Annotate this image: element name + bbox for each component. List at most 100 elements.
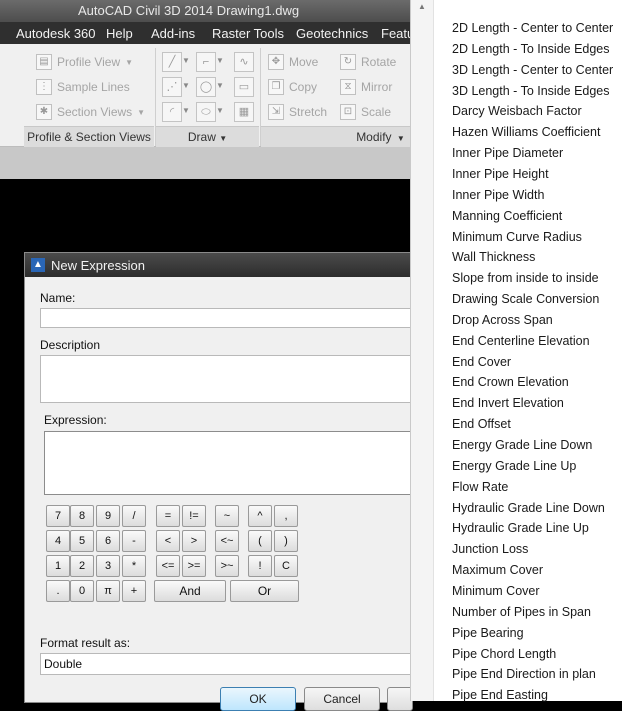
scroll-up-icon[interactable]: ▲ bbox=[418, 2, 426, 11]
panel-profile-section-views[interactable]: Profile & Section Views bbox=[24, 126, 154, 147]
chevron-down-icon[interactable]: ▼ bbox=[216, 77, 224, 95]
key-multiply[interactable]: * bbox=[122, 555, 146, 577]
name-input[interactable] bbox=[40, 308, 414, 328]
dialog-title-bar[interactable]: ▲ New Expression bbox=[25, 253, 411, 277]
rectangle-tool-icon[interactable]: ▭ bbox=[234, 77, 254, 97]
key-not-equals[interactable]: != bbox=[182, 505, 206, 527]
mirror-button[interactable]: ⧖ Mirror bbox=[340, 79, 392, 95]
key-open-paren[interactable]: ( bbox=[248, 530, 272, 552]
key-close-paren[interactable]: ) bbox=[274, 530, 298, 552]
description-input[interactable] bbox=[40, 355, 414, 403]
property-list-item[interactable]: Wall Thickness bbox=[452, 250, 535, 264]
menu-geotechnics[interactable]: Geotechnics bbox=[296, 26, 368, 41]
property-list-item[interactable]: End Cover bbox=[452, 355, 511, 369]
property-list-item[interactable]: Minimum Curve Radius bbox=[452, 230, 582, 244]
key-8[interactable]: 8 bbox=[70, 505, 94, 527]
property-list-item[interactable]: Hazen Williams Coefficient bbox=[452, 125, 600, 139]
ellipse-tool-icon[interactable]: ⬭ bbox=[196, 102, 216, 122]
property-list-item[interactable]: End Centerline Elevation bbox=[452, 334, 590, 348]
property-list-item[interactable]: 2D Length - Center to Center bbox=[452, 21, 613, 35]
key-1[interactable]: 1 bbox=[46, 555, 70, 577]
arc-tool-icon[interactable]: ◜ bbox=[162, 102, 182, 122]
key-less-approx[interactable]: <~ bbox=[215, 530, 239, 552]
key-pi[interactable]: π bbox=[96, 580, 120, 602]
chevron-down-icon[interactable]: ▼ bbox=[216, 52, 224, 70]
key-equals[interactable]: = bbox=[156, 505, 180, 527]
property-list-item[interactable]: Number of Pipes in Span bbox=[452, 605, 591, 619]
chevron-down-icon[interactable]: ▼ bbox=[216, 102, 224, 120]
move-button[interactable]: ✥ Move bbox=[268, 54, 318, 70]
property-list-item[interactable]: Flow Rate bbox=[452, 480, 508, 494]
property-list-item[interactable]: Pipe End Easting bbox=[452, 688, 548, 702]
key-3[interactable]: 3 bbox=[96, 555, 120, 577]
key-minus[interactable]: - bbox=[122, 530, 146, 552]
key-clear[interactable]: C bbox=[274, 555, 298, 577]
spline-tool-icon[interactable]: ∿ bbox=[234, 52, 254, 72]
property-list-item[interactable]: Inner Pipe Width bbox=[452, 188, 544, 202]
property-list-item[interactable]: Inner Pipe Height bbox=[452, 167, 549, 181]
key-caret[interactable]: ^ bbox=[248, 505, 272, 527]
multiline-tool-icon[interactable]: ⋰ bbox=[162, 77, 182, 97]
property-list-item[interactable]: Minimum Cover bbox=[452, 584, 540, 598]
panel-modify[interactable]: Modify ▼ bbox=[261, 126, 410, 147]
property-list-item[interactable]: 3D Length - To Inside Edges bbox=[452, 84, 610, 98]
chevron-down-icon[interactable]: ▼ bbox=[182, 102, 190, 120]
key-comma[interactable]: , bbox=[274, 505, 298, 527]
property-list-item[interactable]: End Crown Elevation bbox=[452, 375, 569, 389]
profile-view-button[interactable]: ▤ Profile View ▼ bbox=[36, 54, 133, 70]
line-tool-icon[interactable]: ╱ bbox=[162, 52, 182, 72]
scrollbar[interactable]: ▲ bbox=[411, 0, 434, 701]
key-less-than[interactable]: < bbox=[156, 530, 180, 552]
key-6[interactable]: 6 bbox=[96, 530, 120, 552]
key-greater-equal[interactable]: >= bbox=[182, 555, 206, 577]
key-not[interactable]: ! bbox=[248, 555, 272, 577]
rotate-button[interactable]: ↻ Rotate bbox=[340, 54, 396, 70]
stretch-button[interactable]: ⇲ Stretch bbox=[268, 104, 327, 120]
and-button[interactable]: And bbox=[154, 580, 226, 602]
or-button[interactable]: Or bbox=[230, 580, 299, 602]
key-5[interactable]: 5 bbox=[70, 530, 94, 552]
scale-button[interactable]: ⊡ Scale bbox=[340, 104, 391, 120]
property-list-item[interactable]: Inner Pipe Diameter bbox=[452, 146, 563, 160]
property-list-item[interactable]: Energy Grade Line Down bbox=[452, 438, 592, 452]
key-decimal[interactable]: . bbox=[46, 580, 70, 602]
property-list-item[interactable]: Drawing Scale Conversion bbox=[452, 292, 599, 306]
property-list-item[interactable]: Pipe Chord Length bbox=[452, 647, 556, 661]
cancel-button[interactable]: Cancel bbox=[304, 687, 380, 711]
key-plus[interactable]: + bbox=[122, 580, 146, 602]
property-list-item[interactable]: Manning Coefficient bbox=[452, 209, 562, 223]
key-2[interactable]: 2 bbox=[70, 555, 94, 577]
key-greater-approx[interactable]: >~ bbox=[215, 555, 239, 577]
key-9[interactable]: 9 bbox=[96, 505, 120, 527]
property-list-item[interactable]: Hydraulic Grade Line Up bbox=[452, 521, 589, 535]
expression-input[interactable] bbox=[44, 431, 412, 495]
property-list-item[interactable]: Slope from inside to inside bbox=[452, 271, 599, 285]
property-list-item[interactable]: Pipe End Direction in plan bbox=[452, 667, 596, 681]
chevron-down-icon[interactable]: ▼ bbox=[182, 77, 190, 95]
property-list-item[interactable]: Energy Grade Line Up bbox=[452, 459, 576, 473]
property-list-item[interactable]: Darcy Weisbach Factor bbox=[452, 104, 582, 118]
copy-button[interactable]: ❐ Copy bbox=[268, 79, 317, 95]
hatch-tool-icon[interactable]: ▦ bbox=[234, 102, 254, 122]
property-list-item[interactable]: Hydraulic Grade Line Down bbox=[452, 501, 605, 515]
key-greater-than[interactable]: > bbox=[182, 530, 206, 552]
chevron-down-icon[interactable]: ▼ bbox=[182, 52, 190, 70]
key-4[interactable]: 4 bbox=[46, 530, 70, 552]
property-list-item[interactable]: Pipe Bearing bbox=[452, 626, 524, 640]
property-list-item[interactable]: End Invert Elevation bbox=[452, 396, 564, 410]
ok-button[interactable]: OK bbox=[220, 687, 296, 711]
key-less-equal[interactable]: <= bbox=[156, 555, 180, 577]
key-divide[interactable]: / bbox=[122, 505, 146, 527]
key-0[interactable]: 0 bbox=[70, 580, 94, 602]
menu-autodesk-360[interactable]: Autodesk 360 bbox=[16, 26, 96, 41]
panel-draw[interactable]: Draw ▼ bbox=[156, 126, 259, 147]
property-list-item[interactable]: End Offset bbox=[452, 417, 511, 431]
property-list-item[interactable]: Maximum Cover bbox=[452, 563, 543, 577]
menu-add-ins[interactable]: Add-ins bbox=[151, 26, 195, 41]
section-views-button[interactable]: ✱ Section Views ▼ bbox=[36, 104, 145, 120]
key-tilde[interactable]: ~ bbox=[215, 505, 239, 527]
property-list-item[interactable]: 2D Length - To Inside Edges bbox=[452, 42, 610, 56]
circle-tool-icon[interactable]: ◯ bbox=[196, 77, 216, 97]
menu-raster-tools[interactable]: Raster Tools bbox=[212, 26, 284, 41]
polyline-tool-icon[interactable]: ⌐ bbox=[196, 52, 216, 72]
